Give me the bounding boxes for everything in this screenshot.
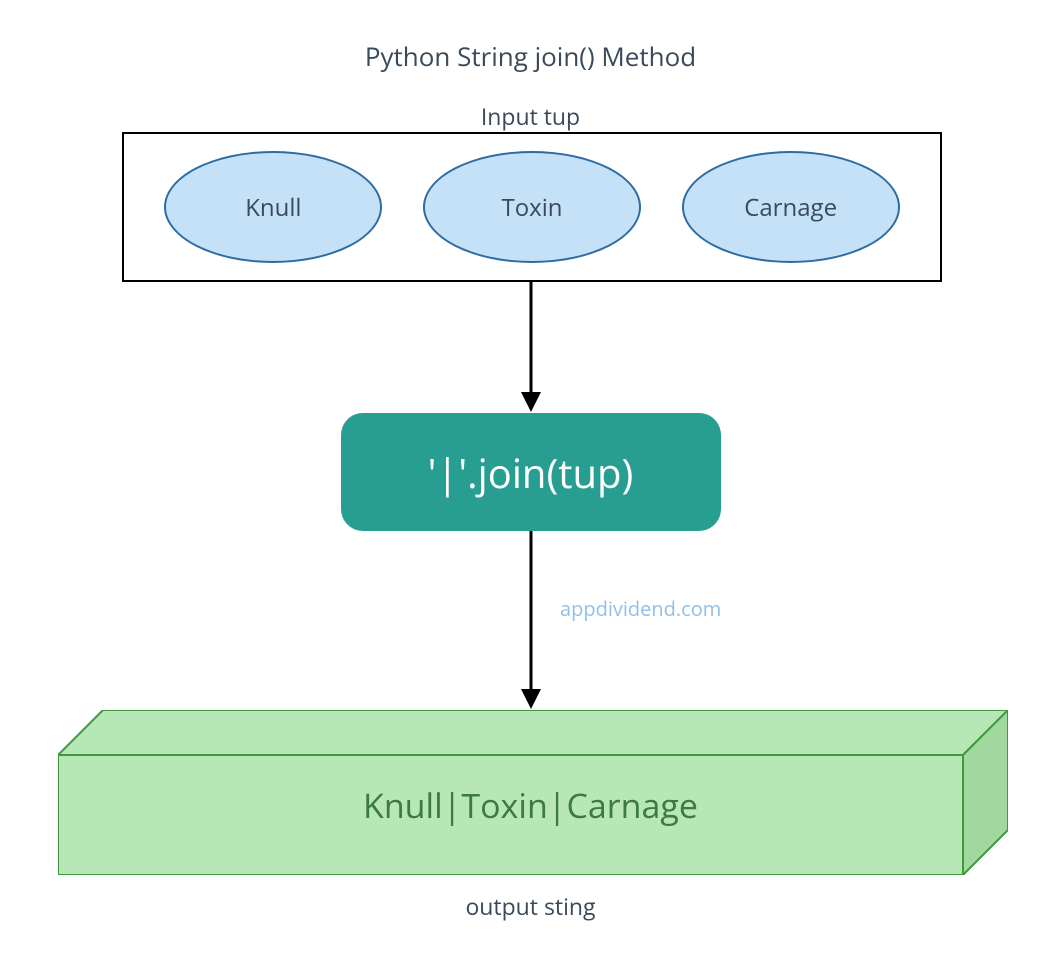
input-item-0: Knull <box>164 151 382 263</box>
input-tuple-container: Knull Toxin Carnage <box>122 132 942 282</box>
input-item-1: Toxin <box>423 151 641 263</box>
arrow-down-icon <box>516 531 546 716</box>
output-string-text: Knull|Toxin|Carnage <box>0 782 1061 828</box>
output-label: output sting <box>0 890 1061 922</box>
input-label: Input tup <box>0 100 1061 132</box>
watermark-text: appdividend.com <box>560 595 721 622</box>
input-item-2: Carnage <box>682 151 900 263</box>
arrow-down-icon <box>516 282 546 422</box>
diagram-title: Python String join() Method <box>0 38 1061 74</box>
join-method-box: '|'.join(tup) <box>341 413 721 531</box>
